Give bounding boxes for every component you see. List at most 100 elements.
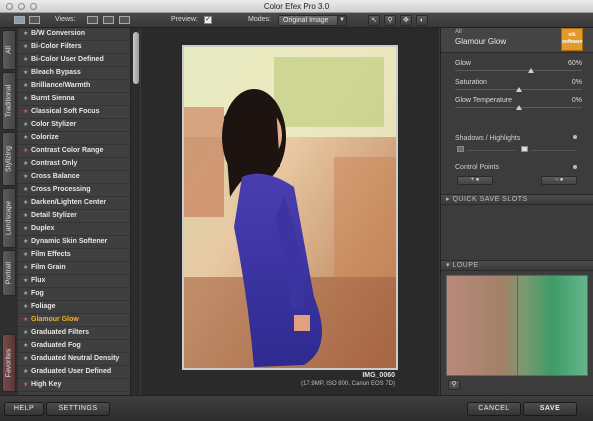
filter-list-scrollbar[interactable] bbox=[130, 28, 140, 395]
star-icon[interactable]: ★ bbox=[23, 28, 31, 40]
star-icon[interactable]: ★ bbox=[23, 210, 31, 222]
star-icon[interactable]: ★ bbox=[23, 80, 31, 92]
tab-favorites[interactable]: Favorites bbox=[2, 334, 16, 392]
star-icon[interactable]: ★ bbox=[23, 366, 31, 378]
filter-list-item[interactable]: ★ Graduated Neutral Density bbox=[18, 353, 130, 366]
filter-list-item[interactable]: ★ Graduated Fog bbox=[18, 340, 130, 353]
star-icon[interactable]: ★ bbox=[23, 379, 31, 391]
star-icon[interactable]: ★ bbox=[23, 353, 31, 365]
filter-list-item[interactable]: ★ Foliage bbox=[18, 301, 130, 314]
filter-label: Detail Stylizer bbox=[31, 212, 77, 219]
filter-list-item[interactable]: ★ Glamour Glow bbox=[18, 314, 130, 327]
filter-list-item[interactable]: ★ Contrast Color Range bbox=[18, 145, 130, 158]
background-tool-icon[interactable]: ◐ bbox=[416, 15, 428, 26]
filter-category: All bbox=[455, 29, 462, 35]
add-control-point-button[interactable]: + ● bbox=[457, 176, 493, 185]
star-icon[interactable]: ★ bbox=[23, 54, 31, 66]
star-icon[interactable]: ★ bbox=[23, 301, 31, 313]
filter-list-item[interactable]: ★ Color Stylizer bbox=[18, 119, 130, 132]
tab-landscape[interactable]: Landscape bbox=[2, 188, 16, 248]
filter-list-item[interactable]: ★ Film Effects bbox=[18, 249, 130, 262]
hand-tool-icon[interactable]: ✥ bbox=[400, 15, 412, 26]
star-icon[interactable]: ★ bbox=[23, 145, 31, 157]
shadows-highlights-toggle[interactable] bbox=[573, 135, 577, 139]
cancel-button[interactable]: CANCEL bbox=[467, 402, 521, 416]
filter-list-item[interactable]: ★ Cross Balance bbox=[18, 171, 130, 184]
star-icon[interactable]: ★ bbox=[23, 93, 31, 105]
view-single-icon[interactable] bbox=[87, 16, 98, 24]
filter-list-item[interactable]: ★ Darken/Lighten Center bbox=[18, 197, 130, 210]
star-icon[interactable]: ★ bbox=[23, 171, 31, 183]
star-icon[interactable]: ★ bbox=[23, 327, 31, 339]
filter-list-item[interactable]: ★ Bi-Color User Defined bbox=[18, 54, 130, 67]
tab-all[interactable]: All bbox=[2, 30, 16, 70]
filter-list-item[interactable]: ★ Colorize bbox=[18, 132, 130, 145]
tab-portrait[interactable]: Portrait bbox=[2, 250, 16, 296]
star-icon[interactable]: ★ bbox=[23, 262, 31, 274]
saturation-thumb[interactable] bbox=[515, 87, 522, 92]
highlights-track[interactable] bbox=[531, 150, 577, 151]
help-button[interactable]: HELP bbox=[4, 402, 44, 416]
star-icon[interactable]: ★ bbox=[23, 119, 31, 131]
loupe-pin-icon[interactable]: ⚲ bbox=[448, 380, 460, 390]
filter-list-item[interactable]: ★ Film Grain bbox=[18, 262, 130, 275]
pointer-tool-icon[interactable]: ↖ bbox=[368, 15, 380, 26]
save-button[interactable]: SAVE bbox=[523, 402, 577, 416]
filter-list-item[interactable]: ★ Fog bbox=[18, 288, 130, 301]
star-icon[interactable]: ★ bbox=[23, 314, 31, 326]
preview-checkbox[interactable]: ✓ bbox=[204, 16, 212, 24]
filter-list-item[interactable]: ★ Graduated Filters bbox=[18, 327, 130, 340]
star-icon[interactable]: ★ bbox=[23, 106, 31, 118]
tab-traditional[interactable]: Traditional bbox=[2, 72, 16, 130]
filter-list-item[interactable]: ★ Flux bbox=[18, 275, 130, 288]
zoom-tool-icon[interactable]: ⚲ bbox=[384, 15, 396, 26]
star-icon[interactable]: ★ bbox=[23, 249, 31, 261]
star-icon[interactable]: ★ bbox=[23, 41, 31, 53]
saturation-slider[interactable]: Saturation 0% bbox=[455, 79, 582, 97]
filter-list-item[interactable]: ★ Detail Stylizer bbox=[18, 210, 130, 223]
filter-list-item[interactable]: ★ Burnt Sienna bbox=[18, 93, 130, 106]
filter-header: All Glamour Glow nik software bbox=[441, 28, 593, 53]
glow-slider[interactable]: Glow 60% bbox=[455, 60, 582, 78]
control-points-toggle[interactable] bbox=[573, 165, 577, 169]
filter-list-item[interactable]: ★ Bleach Bypass bbox=[18, 67, 130, 80]
filter-list-item[interactable]: ★ Duplex bbox=[18, 223, 130, 236]
loupe-bar[interactable]: ▾ LOUPE bbox=[441, 260, 593, 271]
star-icon[interactable]: ★ bbox=[23, 340, 31, 352]
glow-thumb[interactable] bbox=[528, 68, 535, 73]
settings-button[interactable]: SETTINGS bbox=[46, 402, 110, 416]
filter-list-item[interactable]: ★ Brilliance/Warmth bbox=[18, 80, 130, 93]
remove-control-point-button[interactable]: − ● bbox=[541, 176, 577, 185]
glow-track[interactable] bbox=[455, 70, 582, 71]
star-icon[interactable]: ★ bbox=[23, 275, 31, 287]
filter-list-item[interactable]: ★ Contrast Only bbox=[18, 158, 130, 171]
glow-temperature-thumb[interactable] bbox=[515, 105, 522, 110]
single-view-icon[interactable] bbox=[14, 16, 25, 24]
filter-list-item[interactable]: ★ Classical Soft Focus bbox=[18, 106, 130, 119]
filter-list-item[interactable]: ★ B/W Conversion bbox=[18, 28, 130, 41]
shadows-track[interactable] bbox=[467, 150, 515, 151]
quick-save-slots-bar[interactable]: ▸ QUICK SAVE SLOTS bbox=[441, 194, 593, 205]
star-icon[interactable]: ★ bbox=[23, 288, 31, 300]
tab-stylizing[interactable]: Stylizing bbox=[2, 132, 16, 186]
split-view-icon[interactable] bbox=[29, 16, 40, 24]
view-split-icon[interactable] bbox=[119, 16, 130, 24]
star-icon[interactable]: ★ bbox=[23, 223, 31, 235]
view-side-by-side-icon[interactable] bbox=[103, 16, 114, 24]
star-icon[interactable]: ★ bbox=[23, 184, 31, 196]
filter-list-item[interactable]: ★ Cross Processing bbox=[18, 184, 130, 197]
star-icon[interactable]: ★ bbox=[23, 158, 31, 170]
star-icon[interactable]: ★ bbox=[23, 236, 31, 248]
scrollbar-thumb[interactable] bbox=[133, 32, 139, 84]
star-icon[interactable]: ★ bbox=[23, 132, 31, 144]
filter-list-item[interactable]: ★ Graduated User Defined bbox=[18, 366, 130, 379]
glow-temperature-slider[interactable]: Glow Temperature 0% bbox=[455, 97, 582, 115]
star-icon[interactable]: ★ bbox=[23, 197, 31, 209]
filter-list-item[interactable]: ★ Dynamic Skin Softener bbox=[18, 236, 130, 249]
filter-list-item[interactable]: ★ Bi-Color Filters bbox=[18, 41, 130, 54]
image-name: IMG_0060 bbox=[362, 372, 395, 379]
filter-list-item[interactable]: ★ High Key bbox=[18, 379, 130, 392]
modes-select[interactable]: Original Image ▼ bbox=[278, 15, 347, 26]
star-icon[interactable]: ★ bbox=[23, 67, 31, 79]
preview-photo[interactable] bbox=[182, 45, 398, 370]
